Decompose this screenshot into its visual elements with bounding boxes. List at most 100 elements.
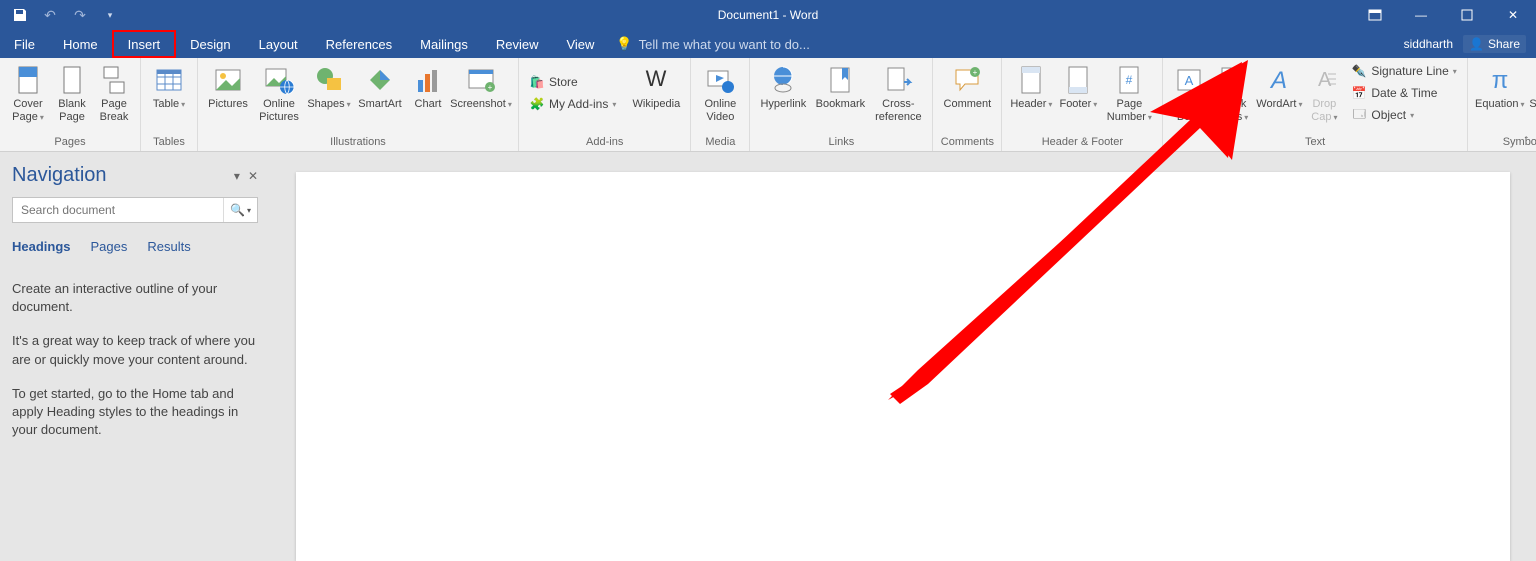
footer-icon (1062, 64, 1094, 96)
hyperlink-button[interactable]: Hyperlink (756, 62, 810, 126)
wordart-button[interactable]: A WordArt (1255, 62, 1303, 126)
maximize-icon[interactable] (1444, 0, 1490, 30)
tab-home[interactable]: Home (49, 30, 112, 58)
undo-icon[interactable]: ↶ (42, 7, 58, 23)
pictures-button[interactable]: Pictures (204, 62, 252, 126)
lightbulb-icon: 💡 (616, 36, 632, 52)
wikipedia-button[interactable]: W Wikipedia (628, 62, 684, 126)
drop-cap-button[interactable]: A Drop Cap (1305, 62, 1343, 126)
group-label-tables: Tables (147, 135, 191, 149)
tell-me-search[interactable]: 💡 Tell me what you want to do... (616, 30, 809, 58)
svg-text:π: π (1492, 67, 1509, 94)
navigation-tabs: Headings Pages Results (12, 239, 258, 254)
wikipedia-icon: W (640, 64, 672, 96)
hyperlink-icon (767, 64, 799, 96)
group-label-headerfooter: Header & Footer (1008, 135, 1156, 149)
nav-dropdown-icon[interactable]: ▾ (234, 169, 240, 183)
smartart-button[interactable]: SmartArt (354, 62, 406, 126)
shapes-button[interactable]: Shapes (306, 62, 352, 126)
user-name[interactable]: siddharth (1404, 37, 1453, 51)
online-video-button[interactable]: Online Video (697, 62, 743, 126)
header-button[interactable]: Header (1008, 62, 1054, 126)
chart-button[interactable]: Chart (408, 62, 448, 126)
symbol-button[interactable]: Ω Symbol (1528, 62, 1536, 126)
blank-page-icon (56, 64, 88, 96)
tab-layout[interactable]: Layout (245, 30, 312, 58)
navigation-title: Navigation (12, 164, 107, 187)
cover-page-button[interactable]: Cover Page (6, 62, 50, 126)
cross-reference-button[interactable]: Cross-reference (870, 62, 926, 126)
search-input[interactable] (13, 198, 223, 222)
group-label-illustrations: Illustrations (204, 135, 512, 149)
share-button[interactable]: 👤 Share (1463, 35, 1526, 53)
nav-close-icon[interactable]: ✕ (248, 169, 258, 183)
svg-text:A: A (1269, 67, 1287, 94)
wordart-icon: A (1263, 64, 1295, 96)
equation-button[interactable]: π Equation (1474, 62, 1526, 126)
smartart-icon (364, 64, 396, 96)
online-pictures-icon (263, 64, 295, 96)
shapes-icon (313, 64, 345, 96)
group-tables: Table Tables (141, 58, 198, 151)
text-box-button[interactable]: A Text Box (1169, 62, 1209, 126)
date-time-button[interactable]: 📅Date & Time (1347, 83, 1460, 103)
footer-button[interactable]: Footer (1056, 62, 1100, 126)
minimize-icon[interactable]: — (1398, 0, 1444, 30)
nav-tab-headings[interactable]: Headings (12, 239, 71, 254)
group-header-footer: Header Footer # Page Number Header & Foo… (1002, 58, 1163, 151)
qat-customize-icon[interactable]: ▾ (102, 7, 118, 23)
tab-file[interactable]: File (0, 30, 49, 58)
chart-icon (412, 64, 444, 96)
nav-tab-pages[interactable]: Pages (91, 239, 128, 254)
nav-tab-results[interactable]: Results (147, 239, 190, 254)
search-document[interactable]: 🔍▾ (12, 197, 258, 223)
quick-access-toolbar: ↶ ↷ ▾ (0, 7, 118, 23)
online-video-icon (704, 64, 736, 96)
object-button[interactable]: 🗔Object ▾ (1347, 105, 1460, 125)
signature-icon: ✒️ (1351, 63, 1367, 79)
comment-icon: + (951, 64, 983, 96)
navigation-pane: Navigation ▾ ✕ 🔍▾ Headings Pages Results… (0, 152, 270, 561)
store-button[interactable]: 🛍️Store (525, 72, 620, 92)
comment-button[interactable]: + Comment (939, 62, 995, 126)
tab-insert[interactable]: Insert (112, 30, 177, 58)
equation-icon: π (1484, 64, 1516, 96)
page-break-button[interactable]: Page Break (94, 62, 134, 126)
group-illustrations: Pictures Online Pictures Shapes SmartArt… (198, 58, 519, 151)
blank-page-button[interactable]: Blank Page (52, 62, 92, 126)
screenshot-icon: + (465, 64, 497, 96)
ribbon-display-icon[interactable] (1352, 0, 1398, 30)
tab-view[interactable]: View (552, 30, 608, 58)
group-label-text: Text (1169, 135, 1460, 149)
quick-parts-icon (1216, 64, 1248, 96)
save-icon[interactable] (12, 7, 28, 23)
document-page[interactable] (296, 172, 1510, 561)
group-label-pages: Pages (6, 135, 134, 149)
tab-design[interactable]: Design (176, 30, 244, 58)
bookmark-button[interactable]: Bookmark (812, 62, 868, 126)
search-button[interactable]: 🔍▾ (223, 198, 257, 222)
title-bar: ↶ ↷ ▾ Document1 - Word — ✕ (0, 0, 1536, 30)
close-icon[interactable]: ✕ (1490, 0, 1536, 30)
page-number-icon: # (1113, 64, 1145, 96)
group-addins: 🛍️Store 🧩My Add-ins ▾ W Wikipedia Add-in… (519, 58, 691, 151)
drop-cap-icon: A (1308, 64, 1340, 96)
addins-icon: 🧩 (529, 96, 545, 112)
screenshot-button[interactable]: + Screenshot (450, 62, 512, 126)
redo-icon[interactable]: ↷ (72, 7, 88, 23)
date-time-icon: 📅 (1351, 85, 1367, 101)
svg-text:A: A (1185, 73, 1194, 88)
group-text: A Text Box Quick Parts A WordArt A Drop … (1163, 58, 1467, 151)
tab-mailings[interactable]: Mailings (406, 30, 482, 58)
online-pictures-button[interactable]: Online Pictures (254, 62, 304, 126)
collapse-ribbon-icon[interactable]: ˆ (1525, 136, 1528, 147)
tab-references[interactable]: References (312, 30, 406, 58)
quick-parts-button[interactable]: Quick Parts (1211, 62, 1253, 126)
my-addins-button[interactable]: 🧩My Add-ins ▾ (525, 94, 620, 114)
table-button[interactable]: Table (147, 62, 191, 126)
signature-line-button[interactable]: ✒️Signature Line ▾ (1347, 61, 1460, 81)
tab-review[interactable]: Review (482, 30, 553, 58)
page-number-button[interactable]: # Page Number (1102, 62, 1156, 126)
table-icon (153, 64, 185, 96)
svg-text:W: W (646, 66, 667, 91)
